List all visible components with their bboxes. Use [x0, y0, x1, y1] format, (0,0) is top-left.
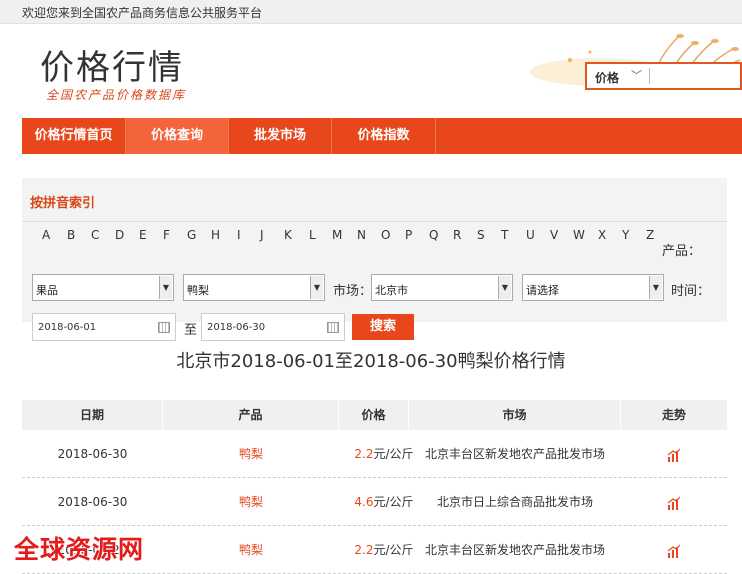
main-nav: 价格行情首页 价格查询 批发市场 价格指数	[22, 118, 742, 154]
price-unit: 元/公斤	[373, 447, 414, 461]
site-logo-subtitle: 全国农产品价格数据库	[46, 88, 187, 102]
letter-g[interactable]: G	[187, 228, 196, 242]
site-logo-title[interactable]: 价格行情	[40, 40, 184, 89]
welcome-text: 欢迎您来到全国农产品商务信息公共服务平台	[22, 6, 263, 20]
time-label: 时间：	[671, 284, 711, 299]
header-product: 产品	[163, 400, 339, 430]
calendar-icon[interactable]	[158, 322, 170, 333]
header-price: 价格	[339, 400, 409, 430]
nav-item-price-index[interactable]: 价格指数	[332, 118, 436, 154]
trend-chart-icon[interactable]	[667, 448, 681, 462]
result-title: 北京市2018-06-01至2018-06-30鸭梨价格行情	[176, 351, 566, 372]
row-trend	[621, 430, 727, 478]
site-search-box: 价格 ﹀	[585, 62, 742, 90]
date-from-field[interactable]: 2018-06-01	[32, 313, 176, 341]
letter-u[interactable]: U	[526, 228, 535, 242]
market-detail-value: 请选择	[526, 284, 559, 297]
letter-m[interactable]: M	[332, 228, 342, 242]
dropdown-arrow-icon[interactable]: ▼	[310, 276, 323, 299]
letter-c[interactable]: C	[91, 228, 99, 242]
price-value: 2.2	[354, 447, 374, 461]
letter-h[interactable]: H	[211, 228, 220, 242]
date-range-to-label: 至	[184, 323, 198, 338]
letter-t[interactable]: T	[501, 228, 508, 242]
watermark-logo: 全球资源网	[14, 535, 145, 564]
row-date: 2018-06-30	[57, 495, 128, 509]
letter-f[interactable]: F	[163, 228, 170, 242]
row-product-link[interactable]: 鸭梨	[163, 430, 339, 478]
chevron-down-icon[interactable]: ﹀	[631, 67, 642, 83]
row-market: 北京丰台区新发地农产品批发市场	[424, 447, 605, 461]
pinyin-index-header: 按拼音索引	[22, 178, 727, 222]
top-welcome-bar: 欢迎您来到全国农产品商务信息公共服务平台	[0, 0, 742, 24]
row-product-link[interactable]: 鸭梨	[163, 478, 339, 526]
price-value: 2.2	[354, 543, 374, 557]
letter-l[interactable]: L	[309, 228, 316, 242]
date-from-value: 2018-06-01	[38, 322, 97, 333]
product-label: 产品：	[662, 244, 702, 259]
letter-y[interactable]: Y	[622, 228, 629, 242]
product-value: 鸭梨	[187, 284, 209, 297]
letter-r[interactable]: R	[453, 228, 461, 242]
date-to-value: 2018-06-30	[207, 322, 266, 333]
row-product-link[interactable]: 鸭梨	[163, 526, 339, 574]
search-divider	[649, 68, 650, 84]
letter-j[interactable]: J	[260, 228, 264, 242]
price-value: 4.6	[354, 495, 374, 509]
letter-z[interactable]: Z	[646, 228, 654, 242]
trend-chart-icon[interactable]	[667, 496, 681, 510]
table-row: 2018-06-30 鸭梨 4.6元/公斤 北京市日上综合商品批发市场	[22, 478, 727, 526]
market-label: 市场：	[333, 284, 373, 299]
nav-item-price-query[interactable]: 价格查询	[126, 118, 229, 154]
calendar-icon[interactable]	[327, 322, 339, 333]
letter-q[interactable]: Q	[429, 228, 438, 242]
row-market: 北京市日上综合商品批发市场	[436, 495, 593, 509]
letter-n[interactable]: N	[357, 228, 366, 242]
letter-i[interactable]: I	[237, 228, 241, 242]
letter-w[interactable]: W	[573, 228, 585, 242]
product-select[interactable]: 鸭梨 ▼	[183, 274, 325, 301]
letter-o[interactable]: O	[381, 228, 390, 242]
category-value: 果品	[36, 284, 58, 297]
letter-k[interactable]: K	[284, 228, 292, 242]
letter-a[interactable]: A	[42, 228, 50, 242]
nav-item-price-home[interactable]: 价格行情首页	[22, 118, 126, 154]
row-date: 2018-06-30	[57, 447, 128, 461]
table-header: 日期 产品 价格 市场 走势	[22, 400, 727, 430]
dropdown-arrow-icon[interactable]: ▼	[649, 276, 662, 299]
letter-b[interactable]: B	[67, 228, 75, 242]
price-unit: 元/公斤	[373, 495, 414, 509]
table-row: 2018-06-30 鸭梨 2.2元/公斤 北京丰台区新发地农产品批发市场	[22, 430, 727, 478]
search-type-select[interactable]: 价格	[595, 69, 619, 86]
header-market: 市场	[409, 400, 621, 430]
market-value: 北京市	[375, 284, 408, 297]
trend-chart-icon[interactable]	[667, 544, 681, 558]
market-detail-select[interactable]: 请选择 ▼	[522, 274, 664, 301]
header-trend: 走势	[661, 408, 686, 422]
row-market: 北京丰台区新发地农产品批发市场	[424, 543, 605, 557]
row-trend	[621, 478, 727, 526]
market-select[interactable]: 北京市 ▼	[371, 274, 513, 301]
price-unit: 元/公斤	[373, 543, 414, 557]
dropdown-arrow-icon[interactable]: ▼	[498, 276, 511, 299]
letter-s[interactable]: S	[477, 228, 485, 242]
pinyin-index-title: 按拼音索引	[30, 196, 96, 211]
letter-d[interactable]: D	[115, 228, 124, 242]
letter-x[interactable]: X	[598, 228, 606, 242]
nav-item-wholesale-market[interactable]: 批发市场	[229, 118, 332, 154]
letter-v[interactable]: V	[550, 228, 558, 242]
date-to-field[interactable]: 2018-06-30	[201, 313, 345, 341]
category-select[interactable]: 果品 ▼	[32, 274, 174, 301]
letter-e[interactable]: E	[139, 228, 147, 242]
dropdown-arrow-icon[interactable]: ▼	[159, 276, 172, 299]
header-date: 日期	[22, 400, 163, 430]
search-input[interactable]	[653, 66, 738, 86]
row-trend	[621, 526, 727, 574]
search-button[interactable]: 搜索	[352, 314, 414, 340]
letter-p[interactable]: P	[405, 228, 412, 242]
